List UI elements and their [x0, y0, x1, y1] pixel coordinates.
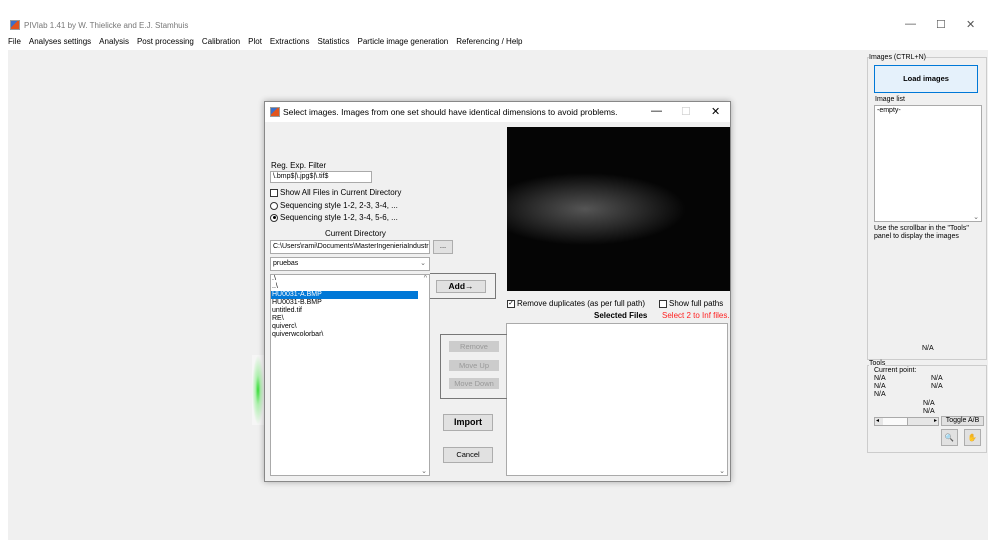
matlab-icon [10, 20, 20, 30]
selected-files-list[interactable]: ⌄ [506, 323, 728, 476]
checkbox-icon [270, 188, 278, 197]
menu-post-processing[interactable]: Post processing [137, 37, 194, 46]
menu-calibration[interactable]: Calibration [202, 37, 240, 46]
menu-statistics[interactable]: Statistics [318, 37, 350, 46]
background-image-fragment [252, 355, 264, 425]
sequencing-radio-1[interactable]: Sequencing style 1-2, 2-3, 3-4, ... [270, 201, 398, 210]
select-hint: Select 2 to Inf files. [662, 311, 730, 320]
scroll-down-icon[interactable]: ⌄ [973, 213, 979, 221]
na-value: N/A [874, 375, 886, 382]
file-list[interactable]: .\ ..\ HU0031-A.BMP HU0031-B.BMP untitle… [270, 274, 430, 476]
list-item[interactable]: untitled.tif [271, 307, 429, 315]
tools-panel-title: Tools [869, 360, 886, 367]
load-images-button[interactable]: Load images [874, 65, 978, 93]
browse-button[interactable]: ... [433, 240, 453, 254]
checkbox-icon [659, 299, 667, 308]
scroll-thumb[interactable] [883, 418, 908, 425]
regexp-input[interactable]: \.bmp$|\.jpg$|\.tif$ [270, 171, 372, 183]
dialog-maximize-button: ☐ [681, 106, 691, 118]
current-directory-label: Current Directory [325, 229, 386, 238]
pan-hand-icon[interactable]: ✋ [964, 429, 981, 446]
image-list[interactable]: -empty- ⌄ [874, 105, 982, 222]
list-item[interactable]: RE\ [271, 315, 429, 323]
dialog-title: Select images. Images from one set shoul… [283, 107, 618, 117]
menu-plot[interactable]: Plot [248, 37, 262, 46]
menu-referencing-help[interactable]: Referencing / Help [456, 37, 522, 46]
maximize-button[interactable]: ☐ [936, 18, 946, 31]
title-bar: PIVlab 1.41 by W. Thielicke and E.J. Sta… [0, 0, 993, 34]
zoom-icon[interactable]: 🔍 [941, 429, 958, 446]
seq1-label: Sequencing style 1-2, 2-3, 3-4, ... [280, 201, 398, 210]
scroll-down-icon[interactable]: ⌄ [719, 467, 725, 475]
image-scrollbar[interactable]: ◂ ▸ [874, 417, 939, 426]
image-preview [507, 127, 730, 291]
scroll-down-icon[interactable]: ⌄ [421, 467, 427, 475]
folder-dropdown[interactable]: pruebas ⌄ [270, 257, 430, 271]
list-item[interactable]: ..\ [271, 283, 429, 291]
menu-bar: File Analyses settings Analysis Post pro… [8, 37, 523, 46]
dialog-minimize-button[interactable]: — [651, 105, 662, 117]
show-full-paths-checkbox[interactable]: Show full paths [659, 299, 723, 308]
current-directory-input[interactable]: C:\Users\rami\Documents\MasterIngenieria… [270, 240, 430, 254]
image-list-item: -empty- [877, 107, 901, 114]
list-item[interactable]: .\ [271, 275, 429, 283]
side-panel: Images (CTRL+N) Load images Image list -… [867, 53, 987, 453]
remove-duplicates-checkbox[interactable]: ✓ Remove duplicates (as per full path) [507, 299, 645, 308]
import-button[interactable]: Import [443, 414, 493, 431]
sequencing-radio-2[interactable]: Sequencing style 1-2, 3-4, 5-6, ... [270, 213, 398, 222]
image-list-label: Image list [875, 96, 905, 103]
matlab-icon [270, 107, 280, 117]
add-button[interactable]: Add→ [436, 280, 486, 293]
move-up-button: Move Up [449, 360, 499, 371]
folder-value: pruebas [273, 260, 299, 267]
checkmark-icon: ✓ [507, 299, 515, 308]
images-panel-title: Images (CTRL+N) [869, 54, 926, 61]
scroll-left-icon[interactable]: ◂ [876, 417, 879, 424]
na-value: N/A [874, 383, 886, 390]
remove-duplicates-label: Remove duplicates (as per full path) [517, 299, 646, 308]
close-button[interactable]: ✕ [966, 18, 975, 31]
menu-analyses-settings[interactable]: Analyses settings [29, 37, 91, 46]
dialog-title-bar: Select images. Images from one set shoul… [265, 102, 730, 122]
scroll-up-icon[interactable]: ^ [424, 275, 427, 282]
list-item[interactable]: quiverc\ [271, 323, 429, 331]
menu-file[interactable]: File [8, 37, 21, 46]
menu-extractions[interactable]: Extractions [270, 37, 310, 46]
na-value: N/A [874, 391, 886, 398]
na-value: N/A [931, 375, 943, 382]
show-all-label: Show All Files in Current Directory [280, 188, 402, 197]
current-point-label: Current point: [874, 367, 917, 374]
menu-analysis[interactable]: Analysis [99, 37, 129, 46]
selected-files-label: Selected Files [594, 311, 648, 320]
na-value: N/A [923, 400, 935, 407]
scroll-right-icon[interactable]: ▸ [934, 417, 937, 424]
radio-icon [270, 201, 278, 210]
list-item[interactable]: HU0031-B.BMP [271, 299, 429, 307]
radio-selected-icon [270, 213, 278, 222]
chevron-down-icon: ⌄ [420, 260, 426, 267]
remove-button: Remove [449, 341, 499, 352]
cancel-button[interactable]: Cancel [443, 447, 493, 463]
scroll-hint: Use the scrollbar in the "Tools" panel t… [874, 225, 969, 240]
toggle-ab-button[interactable]: Toggle A/B [941, 416, 984, 426]
move-down-button: Move Down [449, 378, 499, 389]
app-title: PIVlab 1.41 by W. Thielicke and E.J. Sta… [24, 21, 189, 30]
na-status: N/A [922, 345, 934, 352]
list-item-selected[interactable]: HU0031-A.BMP [271, 291, 418, 299]
dialog-close-button[interactable]: ✕ [711, 105, 720, 118]
menu-particle-image-generation[interactable]: Particle image generation [358, 37, 449, 46]
show-full-paths-label: Show full paths [669, 299, 724, 308]
show-all-checkbox[interactable]: Show All Files in Current Directory [270, 188, 401, 197]
select-images-dialog: Select images. Images from one set shoul… [264, 101, 731, 482]
na-value: N/A [923, 408, 935, 415]
regexp-label: Reg. Exp. Filter [271, 161, 327, 170]
list-item[interactable]: quiverwcolorbar\ [271, 331, 429, 339]
seq2-label: Sequencing style 1-2, 3-4, 5-6, ... [280, 213, 398, 222]
na-value: N/A [931, 383, 943, 390]
minimize-button[interactable]: — [905, 18, 916, 30]
